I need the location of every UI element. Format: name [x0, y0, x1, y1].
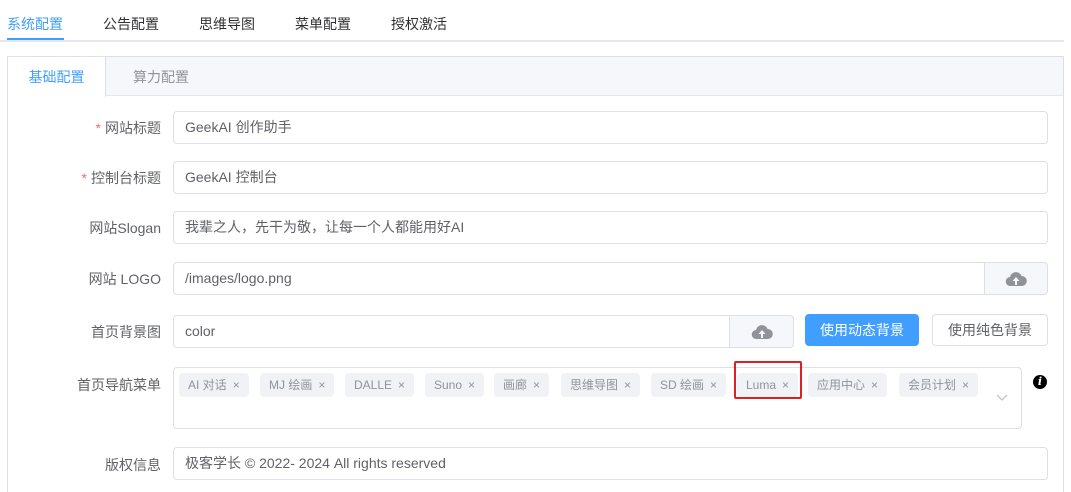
top-tab-bar: 系统配置 公告配置 思维导图 菜单配置 授权激活: [0, 0, 1064, 42]
nav-tag-label: Suno: [434, 378, 463, 392]
inner-tab-bar: 基础配置 算力配置: [8, 57, 1063, 97]
home-bg-input[interactable]: color: [173, 315, 730, 348]
close-icon[interactable]: ×: [710, 379, 717, 391]
nav-tag-label: AI 对话: [188, 378, 227, 392]
tab-basic-config[interactable]: 基础配置: [8, 57, 106, 97]
site-title-label-text: 网站标题: [105, 120, 161, 136]
close-icon[interactable]: ×: [398, 379, 405, 391]
nav-tag: 画廊 ×: [494, 373, 550, 397]
nav-tag-label: 画廊: [503, 378, 528, 392]
tab-mind-map[interactable]: 思维导图: [199, 14, 255, 34]
slogan-input[interactable]: 我辈之人，先干为敬，让每一个人都能用好AI: [173, 211, 1048, 244]
chevron-down-icon[interactable]: [994, 389, 1010, 405]
close-icon[interactable]: ×: [624, 379, 631, 391]
home-bg-upload-button[interactable]: [730, 315, 794, 348]
tab-license-activation[interactable]: 授权激活: [391, 14, 447, 34]
copyright-input[interactable]: 极客学长 © 2022- 2024 All rights reserved: [173, 447, 1048, 480]
nav-tag-label: 会员计划: [908, 378, 957, 392]
upload-cloud-icon: [751, 324, 773, 339]
required-mark: *: [95, 120, 101, 136]
close-icon[interactable]: ×: [318, 379, 325, 391]
site-title-label: * 网站标题: [96, 118, 161, 138]
nav-tag: 应用中心 ×: [808, 373, 888, 397]
tab-menu-config[interactable]: 菜单配置: [295, 14, 351, 34]
logo-upload-button[interactable]: [985, 262, 1048, 295]
close-icon[interactable]: ×: [233, 379, 240, 391]
close-icon[interactable]: ×: [533, 379, 540, 391]
nav-tag: Suno ×: [425, 373, 485, 397]
console-title-label-text: 控制台标题: [91, 170, 161, 186]
active-tab-indicator: [7, 38, 64, 40]
info-icon[interactable]: i: [1033, 375, 1047, 389]
use-solid-bg-button[interactable]: 使用纯色背景: [932, 314, 1048, 346]
nav-tag-label: MJ 绘画: [269, 378, 313, 392]
nav-tag: 思维导图 ×: [561, 373, 641, 397]
nav-tag-label: 应用中心: [817, 378, 866, 392]
nav-tag: 会员计划 ×: [899, 373, 979, 397]
close-icon[interactable]: ×: [782, 379, 789, 391]
tab-announcement-config[interactable]: 公告配置: [103, 14, 159, 34]
nav-tag-label: DALLE: [354, 378, 393, 392]
logo-label: 网站 LOGO: [88, 271, 161, 287]
tab-system-config[interactable]: 系统配置: [7, 14, 63, 34]
nav-tag-label: Luma: [746, 378, 777, 392]
site-title-input[interactable]: GeekAI 创作助手: [173, 111, 1048, 144]
upload-cloud-icon: [1005, 271, 1027, 286]
nav-tag: SD 绘画 ×: [651, 373, 727, 397]
required-mark: *: [81, 170, 87, 186]
nav-menu-label: 首页导航菜单: [77, 377, 161, 393]
nav-tag: AI 对话 ×: [179, 373, 249, 397]
nav-tag-label: SD 绘画: [660, 378, 705, 392]
tab-compute-config[interactable]: 算力配置: [106, 57, 216, 97]
nav-tag: DALLE ×: [345, 373, 415, 397]
console-title-input[interactable]: GeekAI 控制台: [173, 161, 1048, 194]
nav-tag-label: 思维导图: [570, 378, 619, 392]
copyright-label: 版权信息: [105, 457, 161, 473]
logo-input[interactable]: /images/logo.png: [173, 262, 985, 295]
close-icon[interactable]: ×: [962, 379, 969, 391]
slogan-label: 网站Slogan: [89, 220, 161, 236]
nav-tag-luma: Luma ×: [737, 373, 799, 397]
home-bg-label: 首页背景图: [91, 324, 161, 340]
use-dynamic-bg-button[interactable]: 使用动态背景: [805, 314, 919, 346]
nav-tag: MJ 绘画 ×: [260, 373, 335, 397]
console-title-label: * 控制台标题: [82, 168, 161, 188]
nav-menu-select[interactable]: AI 对话 × MJ 绘画 × DALLE × Suno × 画廊 × 思维导图 × SD …: [173, 367, 1022, 429]
close-icon[interactable]: ×: [871, 379, 878, 391]
close-icon[interactable]: ×: [468, 379, 475, 391]
